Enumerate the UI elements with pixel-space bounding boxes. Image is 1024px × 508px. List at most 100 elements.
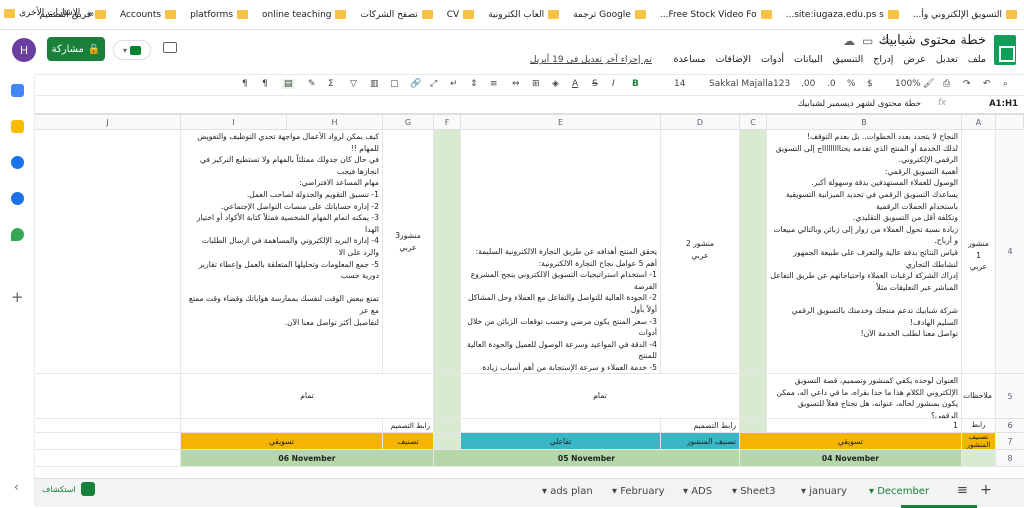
currency-button[interactable]: $ (867, 79, 873, 89)
insert-link-icon[interactable]: 🔗 (410, 79, 421, 89)
bookmark-item[interactable]: Accounts (113, 10, 183, 20)
cell-e4[interactable]: يحقق المنتج أهدافه عن طريق التجارة الالك… (461, 130, 661, 374)
cell-f5[interactable] (434, 374, 461, 419)
insert-chart-icon[interactable]: ▥ (370, 79, 379, 89)
functions-icon[interactable]: Σ (328, 79, 334, 89)
meet-button[interactable]: ▾ (113, 40, 151, 60)
cell-c5[interactable] (740, 374, 767, 419)
more-formats-button[interactable]: 123 (773, 79, 790, 89)
all-sheets-button[interactable]: ≡ (957, 483, 968, 498)
cell-j7[interactable] (35, 433, 181, 450)
tab-ads-plan[interactable]: ▾ ads plan (542, 486, 593, 497)
rtl-icon[interactable]: ¶ (242, 79, 248, 89)
bookmark-item[interactable]: online teaching (255, 10, 353, 20)
menus-search-icon[interactable]: ⌕ (1003, 79, 1008, 89)
name-box[interactable]: A1:H1 (989, 99, 1018, 109)
input-tools-icon[interactable]: ✎ (308, 79, 316, 89)
row-header[interactable]: 7 (996, 433, 1024, 450)
menu-file[interactable]: ملف (968, 54, 986, 65)
cloud-status-icon[interactable]: ☁ (843, 34, 855, 48)
cell-e7[interactable]: تفاعلي (461, 433, 661, 450)
calendar-icon[interactable] (11, 84, 24, 97)
cell-d6[interactable]: رابط التصميم (661, 419, 740, 433)
cell-j8[interactable] (35, 450, 181, 467)
maps-icon[interactable] (11, 228, 24, 241)
menu-insert[interactable]: إدراج (873, 54, 893, 65)
formula-input[interactable]: خطة محتوى لشهر ديسمبر لشبابيك (798, 99, 921, 109)
bookmark-item[interactable]: platforms (183, 10, 255, 20)
text-rotation-icon[interactable]: ⤢ (430, 79, 437, 89)
cell-b8[interactable]: 04 November (740, 450, 962, 467)
contacts-icon[interactable] (11, 192, 24, 205)
keep-icon[interactable] (11, 120, 24, 133)
collapse-panel-icon[interactable]: ‹ (14, 480, 19, 494)
bookmarks-more-button[interactable]: » (88, 9, 94, 20)
cell-b5[interactable]: العنوان لوحده يكفي كمنشور وتصميم، قصة ال… (767, 374, 962, 419)
ltr-icon[interactable]: ¶ (262, 79, 268, 89)
cell-a8[interactable] (962, 450, 996, 467)
cell-f6[interactable] (434, 419, 461, 433)
strikethrough-button[interactable]: S (592, 79, 598, 89)
bookmark-item[interactable]: site:iugaza.edu.ps s... (779, 10, 906, 20)
menu-format[interactable]: التنسيق (833, 54, 864, 65)
cell-j5[interactable] (35, 374, 181, 419)
row-header[interactable]: 4 (996, 130, 1024, 374)
star-icon[interactable]: ☆ (881, 34, 892, 48)
bookmark-item[interactable]: CV (440, 10, 481, 20)
cell-g6[interactable]: رابط التصميم (383, 419, 434, 433)
bookmark-item[interactable]: التسويق الإلكتروني وأ... (906, 10, 1024, 20)
cell-f7[interactable] (434, 433, 461, 450)
text-color-button[interactable]: A (572, 79, 578, 89)
tab-ads[interactable]: ▾ ADS (683, 486, 712, 497)
share-button[interactable]: مشاركة 🔒 (47, 37, 105, 61)
cell-c4[interactable] (740, 130, 767, 374)
add-addon-icon[interactable]: + (11, 288, 24, 306)
column-header[interactable]: C (740, 114, 767, 130)
cell-b4[interactable]: النجاح لا يتحدد بعدد الخطوات.. بل بعدم ا… (767, 130, 962, 374)
bookmark-item[interactable]: Google ترجمة (566, 10, 653, 20)
borders-icon[interactable]: ⊞ (532, 79, 540, 89)
cell-d4[interactable]: منشور 2 عربي (661, 130, 740, 374)
menu-edit[interactable]: تعديل (936, 54, 958, 65)
cell-h4[interactable]: كيف يمكن لرواد الأعمال مواجهة تحدي التوظ… (181, 130, 383, 374)
column-header[interactable]: I (181, 114, 287, 130)
row-header[interactable]: 8 (996, 450, 1024, 467)
bold-button[interactable]: B (632, 79, 639, 89)
tab-january[interactable]: ▾ january (801, 486, 847, 497)
print-icon[interactable]: ⎙ (943, 79, 950, 89)
column-header[interactable]: J (35, 114, 181, 130)
row-header[interactable]: 5 (996, 374, 1024, 419)
cell-h8[interactable]: 06 November (181, 450, 434, 467)
increase-decimal-button[interactable]: .00 (801, 79, 815, 89)
cell-a7[interactable]: تصنيف المنشور (962, 433, 996, 450)
row-header[interactable]: 6 (996, 419, 1024, 433)
cell-c6[interactable] (740, 419, 767, 433)
menu-view[interactable]: عرض (903, 54, 925, 65)
bookmark-item[interactable]: Free Stock Video Fo... (653, 10, 779, 20)
insert-comment-icon[interactable]: ▢ (390, 79, 399, 89)
tasks-icon[interactable] (11, 156, 24, 169)
add-sheet-button[interactable]: + (980, 482, 992, 498)
column-header[interactable]: G (383, 114, 434, 130)
merge-cells-icon[interactable]: ⇔ (512, 79, 520, 89)
column-header[interactable]: D (661, 114, 740, 130)
comment-history-icon[interactable] (163, 42, 177, 53)
cell-h5[interactable]: تمام (181, 374, 434, 419)
cell-b7[interactable]: تسويقي (740, 433, 962, 450)
tab-february[interactable]: ▾ February (612, 486, 665, 497)
percent-button[interactable]: % (847, 79, 856, 89)
select-all-corner[interactable] (996, 114, 1024, 130)
cell-f4[interactable] (434, 130, 461, 374)
font-select[interactable]: Sakkal Majalla (709, 79, 773, 89)
zoom-select[interactable]: 100% (895, 79, 921, 89)
cell-h6[interactable] (181, 419, 383, 433)
move-folder-icon[interactable]: ▭ (862, 34, 873, 48)
cell-layout-icon[interactable]: ▤ (282, 79, 295, 89)
cell-a5[interactable]: ملاحظات (962, 374, 996, 419)
avatar[interactable]: H (12, 38, 36, 62)
tab-sheet3[interactable]: ▾ Sheet3 (732, 486, 775, 497)
undo-icon[interactable]: ↶ (983, 79, 991, 89)
cell-a4[interactable]: منشور 1 عربي (962, 130, 996, 374)
column-header[interactable]: B (767, 114, 962, 130)
filter-icon[interactable]: ▽ (350, 79, 357, 89)
